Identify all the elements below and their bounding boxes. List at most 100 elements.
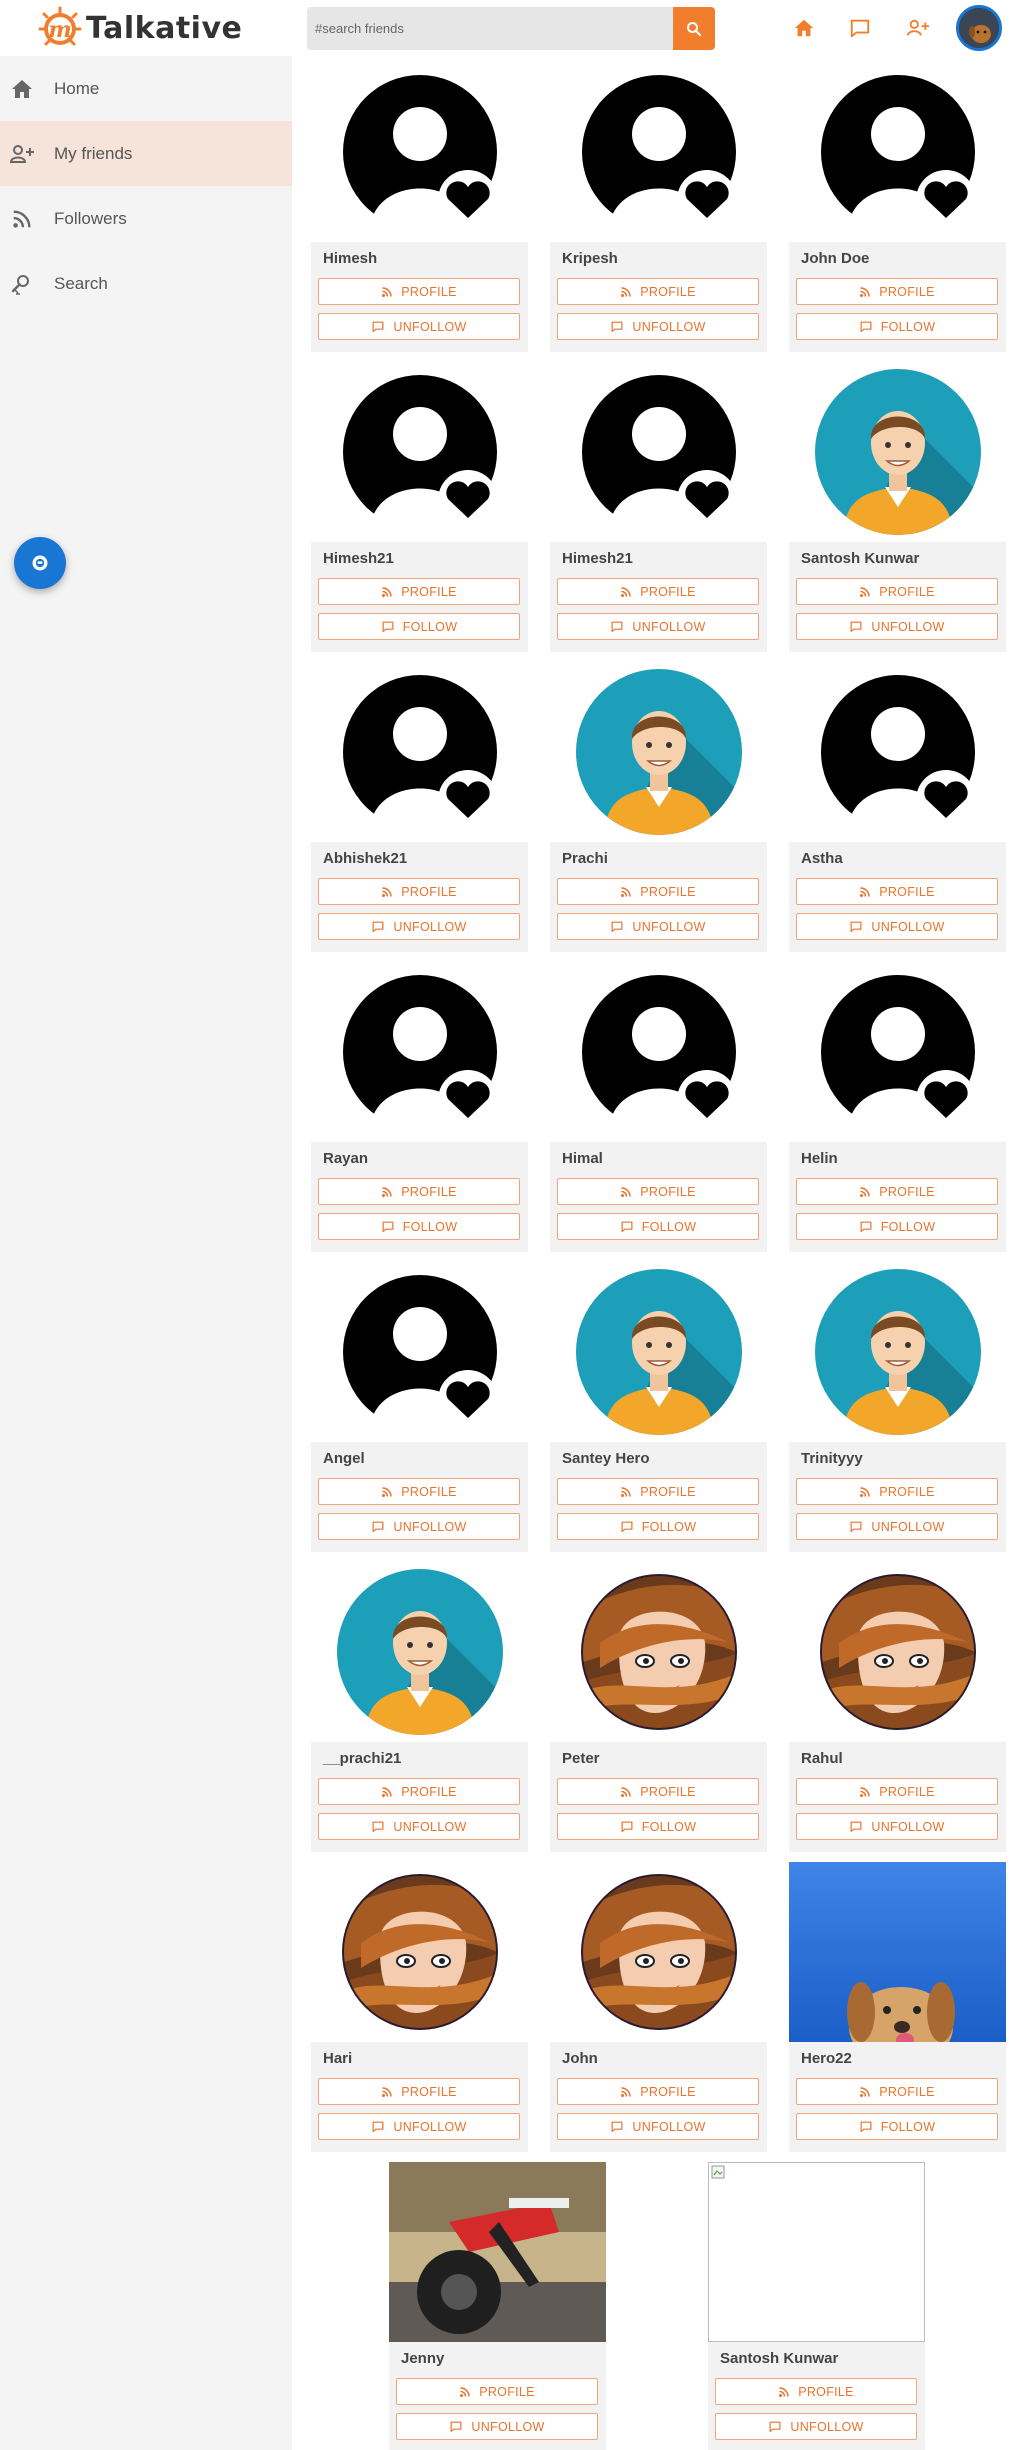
profile-button[interactable]: PROFILE: [318, 578, 520, 605]
profile-button[interactable]: PROFILE: [557, 1478, 759, 1505]
sidebar-item-followers[interactable]: Followers: [0, 186, 292, 251]
profile-button[interactable]: PROFILE: [318, 278, 520, 305]
unfollow-button[interactable]: UNFOLLOW: [557, 613, 759, 640]
default-avatar-icon: [340, 1272, 500, 1432]
follow-button[interactable]: FOLLOW: [557, 1813, 759, 1840]
user-avatar[interactable]: [956, 5, 1002, 51]
unfollow-button[interactable]: UNFOLLOW: [557, 913, 759, 940]
chat-icon: [850, 621, 862, 632]
follow-action-label: UNFOLLOW: [790, 2419, 864, 2434]
floating-action-button[interactable]: [14, 537, 66, 589]
default-avatar-icon: [818, 72, 978, 232]
rss-icon: [860, 1786, 870, 1797]
friend-name: Santey Hero: [562, 1450, 650, 1467]
profile-button-label: PROFILE: [640, 1484, 696, 1499]
profile-button[interactable]: PROFILE: [318, 878, 520, 905]
sidebar-item-my-friends[interactable]: My friends: [0, 121, 292, 186]
friend-name: Peter: [562, 1750, 600, 1767]
home-button[interactable]: [789, 13, 819, 43]
unfollow-button[interactable]: UNFOLLOW: [557, 313, 759, 340]
profile-button[interactable]: PROFILE: [796, 1178, 998, 1205]
profile-button[interactable]: PROFILE: [557, 1778, 759, 1805]
sidebar-item-home[interactable]: Home: [0, 56, 292, 121]
unfollow-button[interactable]: UNFOLLOW: [318, 1813, 520, 1840]
sidebar-item-search[interactable]: Search: [0, 251, 292, 316]
friend-avatar: [311, 362, 528, 542]
app-logo[interactable]: m Talkative: [38, 4, 242, 52]
profile-button[interactable]: PROFILE: [557, 2078, 759, 2105]
follow-action-label: UNFOLLOW: [632, 2119, 706, 2134]
unfollow-button[interactable]: UNFOLLOW: [318, 1513, 520, 1540]
rss-icon: [382, 1786, 392, 1797]
profile-button[interactable]: PROFILE: [796, 1778, 998, 1805]
friend-avatar: [789, 962, 1006, 1142]
follow-button[interactable]: FOLLOW: [318, 1213, 520, 1240]
follow-action-label: UNFOLLOW: [393, 1519, 467, 1534]
unfollow-button[interactable]: UNFOLLOW: [318, 313, 520, 340]
chat-icon: [372, 321, 384, 332]
friend-avatar: [789, 62, 1006, 242]
unfollow-button[interactable]: UNFOLLOW: [557, 2113, 759, 2140]
default-avatar-icon: [340, 372, 500, 532]
follow-action-label: FOLLOW: [880, 1219, 936, 1234]
friend-avatar: [311, 962, 528, 1142]
follow-button[interactable]: FOLLOW: [318, 613, 520, 640]
friend-card: Peter PROFILE FOLLOW: [550, 1562, 767, 1852]
friend-avatar: [789, 1562, 1006, 1742]
friend-name: Santosh Kunwar: [720, 2350, 839, 2367]
add-friend-button[interactable]: [903, 13, 933, 43]
profile-button[interactable]: PROFILE: [396, 2378, 598, 2405]
rss-icon: [382, 286, 392, 297]
add-person-icon: [907, 19, 929, 36]
friend-avatar: [311, 662, 528, 842]
profile-button[interactable]: PROFILE: [796, 2078, 998, 2105]
man-avatar-icon: [814, 1269, 981, 1435]
person-search-icon: [8, 270, 36, 298]
profile-button[interactable]: PROFILE: [318, 1778, 520, 1805]
profile-button[interactable]: PROFILE: [557, 878, 759, 905]
profile-button[interactable]: PROFILE: [796, 878, 998, 905]
unfollow-button[interactable]: UNFOLLOW: [796, 613, 998, 640]
chat-icon: [850, 1521, 862, 1532]
friend-card: John Doe PROFILE FOLLOW: [789, 62, 1006, 352]
profile-button[interactable]: PROFILE: [318, 1178, 520, 1205]
profile-button[interactable]: PROFILE: [557, 578, 759, 605]
dog-photo: [789, 1862, 1006, 2042]
profile-button[interactable]: PROFILE: [796, 1478, 998, 1505]
friend-card: __prachi21 PROFILE UNFOLLOW: [311, 1562, 528, 1852]
unfollow-button[interactable]: UNFOLLOW: [318, 913, 520, 940]
profile-button[interactable]: PROFILE: [796, 278, 998, 305]
friend-avatar: [708, 2162, 925, 2342]
follow-button[interactable]: FOLLOW: [796, 313, 998, 340]
friend-card: Himal PROFILE FOLLOW: [550, 962, 767, 1252]
motorbike-photo: [389, 2162, 606, 2342]
unfollow-button[interactable]: UNFOLLOW: [796, 1813, 998, 1840]
profile-button[interactable]: PROFILE: [557, 278, 759, 305]
unfollow-button[interactable]: UNFOLLOW: [396, 2413, 598, 2440]
search-input[interactable]: [307, 7, 673, 50]
profile-button[interactable]: PROFILE: [318, 1478, 520, 1505]
profile-button-label: PROFILE: [640, 584, 696, 599]
follow-button[interactable]: FOLLOW: [557, 1513, 759, 1540]
app-name: Talkative: [86, 10, 243, 46]
messages-button[interactable]: [845, 13, 875, 43]
friend-card: Himesh21 PROFILE FOLLOW: [311, 362, 528, 652]
rss-icon: [860, 1486, 870, 1497]
profile-button[interactable]: PROFILE: [715, 2378, 917, 2405]
search-bar: [307, 7, 715, 50]
unfollow-button[interactable]: UNFOLLOW: [796, 1513, 998, 1540]
follow-button[interactable]: FOLLOW: [557, 1213, 759, 1240]
follow-button[interactable]: FOLLOW: [796, 1213, 998, 1240]
follow-button[interactable]: FOLLOW: [796, 2113, 998, 2140]
profile-button-label: PROFILE: [879, 1184, 935, 1199]
profile-button[interactable]: PROFILE: [557, 1178, 759, 1205]
follow-action-label: FOLLOW: [880, 2119, 936, 2134]
unfollow-button[interactable]: UNFOLLOW: [318, 2113, 520, 2140]
unfollow-button[interactable]: UNFOLLOW: [796, 913, 998, 940]
profile-button[interactable]: PROFILE: [318, 2078, 520, 2105]
search-button[interactable]: [673, 7, 715, 50]
profile-button-label: PROFILE: [401, 1484, 457, 1499]
sidebar-item-label: Followers: [54, 208, 127, 228]
profile-button[interactable]: PROFILE: [796, 578, 998, 605]
unfollow-button[interactable]: UNFOLLOW: [715, 2413, 917, 2440]
